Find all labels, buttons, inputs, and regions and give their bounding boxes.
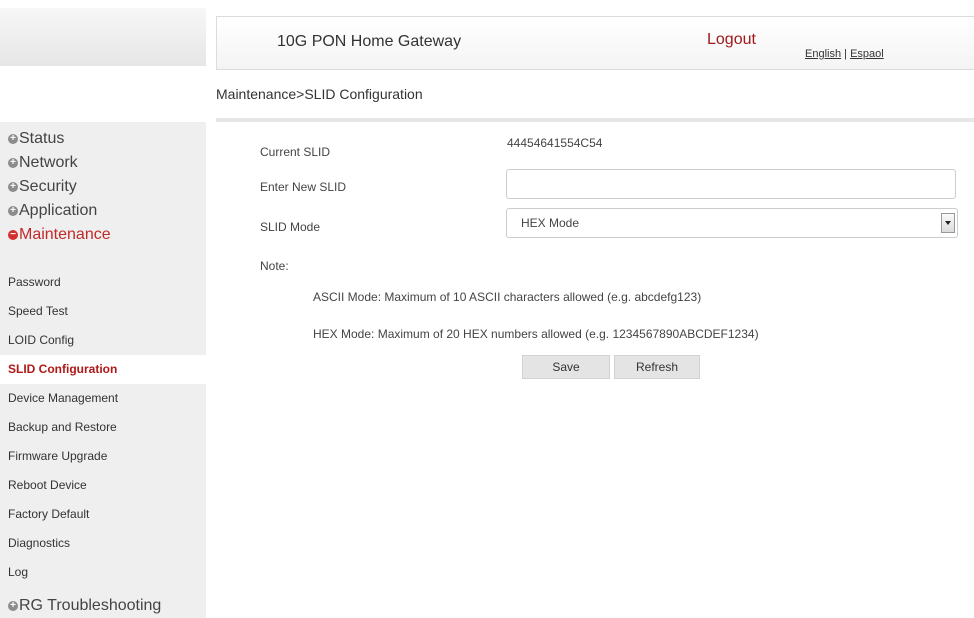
sidebar-item-label: RG Troubleshooting	[19, 597, 162, 614]
new-slid-input[interactable]	[506, 169, 956, 199]
sidebar-sub-password[interactable]: Password	[0, 268, 206, 297]
sidebar-main-nav: + Status + Network + Security + Applicat…	[0, 127, 111, 247]
header-bar: 10G PON Home Gateway Logout English | Es…	[216, 16, 974, 70]
sidebar-item-status[interactable]: + Status	[0, 127, 111, 151]
sidebar-sub-firmware-upgrade[interactable]: Firmware Upgrade	[0, 442, 206, 471]
language-separator: |	[844, 48, 847, 60]
plus-icon: +	[8, 134, 18, 144]
sidebar-item-rg-troubleshooting[interactable]: + RG Troubleshooting	[0, 594, 161, 618]
plus-icon: +	[8, 158, 18, 168]
sidebar-sub-slid-configuration[interactable]: SLID Configuration	[0, 355, 206, 384]
app-title: 10G PON Home Gateway	[277, 33, 462, 50]
sidebar-sub-factory-default[interactable]: Factory Default	[0, 500, 206, 529]
sidebar-item-label: Maintenance	[19, 226, 111, 243]
sidebar-sub-diagnostics[interactable]: Diagnostics	[0, 529, 206, 558]
sidebar-item-network[interactable]: + Network	[0, 151, 111, 175]
note-label: Note:	[260, 259, 289, 273]
chevron-down-icon[interactable]	[941, 213, 955, 233]
plus-icon: +	[8, 601, 18, 611]
plus-icon: +	[8, 182, 18, 192]
current-slid-label: Current SLID	[260, 145, 331, 159]
slid-mode-label: SLID Mode	[260, 220, 321, 234]
plus-icon: +	[8, 206, 18, 216]
save-button[interactable]: Save	[522, 355, 610, 379]
sidebar-sub-loid-config[interactable]: LOID Config	[0, 326, 206, 355]
sidebar-item-label: Application	[19, 202, 98, 219]
slid-mode-select[interactable]: HEX Mode	[506, 208, 958, 238]
language-switcher: English | Espaol	[805, 48, 884, 60]
sidebar-item-maintenance[interactable]: − Maintenance	[0, 223, 111, 247]
sidebar-sub-speed-test[interactable]: Speed Test	[0, 297, 206, 326]
breadcrumb: Maintenance>SLID Configuration	[216, 86, 423, 102]
sidebar-item-label: Security	[19, 178, 77, 195]
logout-link[interactable]: Logout	[707, 31, 756, 49]
slid-mode-selected-value: HEX Mode	[521, 216, 580, 230]
new-slid-label: Enter New SLID	[260, 180, 347, 194]
logo-area	[0, 8, 206, 66]
current-slid-value: 44454641554C54	[507, 136, 603, 150]
content-divider	[216, 118, 974, 122]
english-link[interactable]: English	[805, 48, 841, 60]
sidebar-sub-reboot-device[interactable]: Reboot Device	[0, 471, 206, 500]
sidebar-sub-backup-restore[interactable]: Backup and Restore	[0, 413, 206, 442]
hex-mode-note: HEX Mode: Maximum of 20 HEX numbers allo…	[313, 327, 759, 341]
minus-icon: −	[8, 230, 18, 240]
espanol-link[interactable]: Espaol	[850, 48, 884, 60]
sidebar-sub-log[interactable]: Log	[0, 558, 206, 587]
sidebar-item-security[interactable]: + Security	[0, 175, 111, 199]
sidebar-item-application[interactable]: + Application	[0, 199, 111, 223]
ascii-mode-note: ASCII Mode: Maximum of 10 ASCII characte…	[313, 290, 702, 304]
refresh-button[interactable]: Refresh	[614, 355, 700, 379]
sidebar-bottom-nav: + RG Troubleshooting	[0, 594, 161, 618]
sidebar-item-label: Status	[19, 130, 65, 147]
sidebar-sub-device-management[interactable]: Device Management	[0, 384, 206, 413]
sidebar-item-label: Network	[19, 154, 78, 171]
